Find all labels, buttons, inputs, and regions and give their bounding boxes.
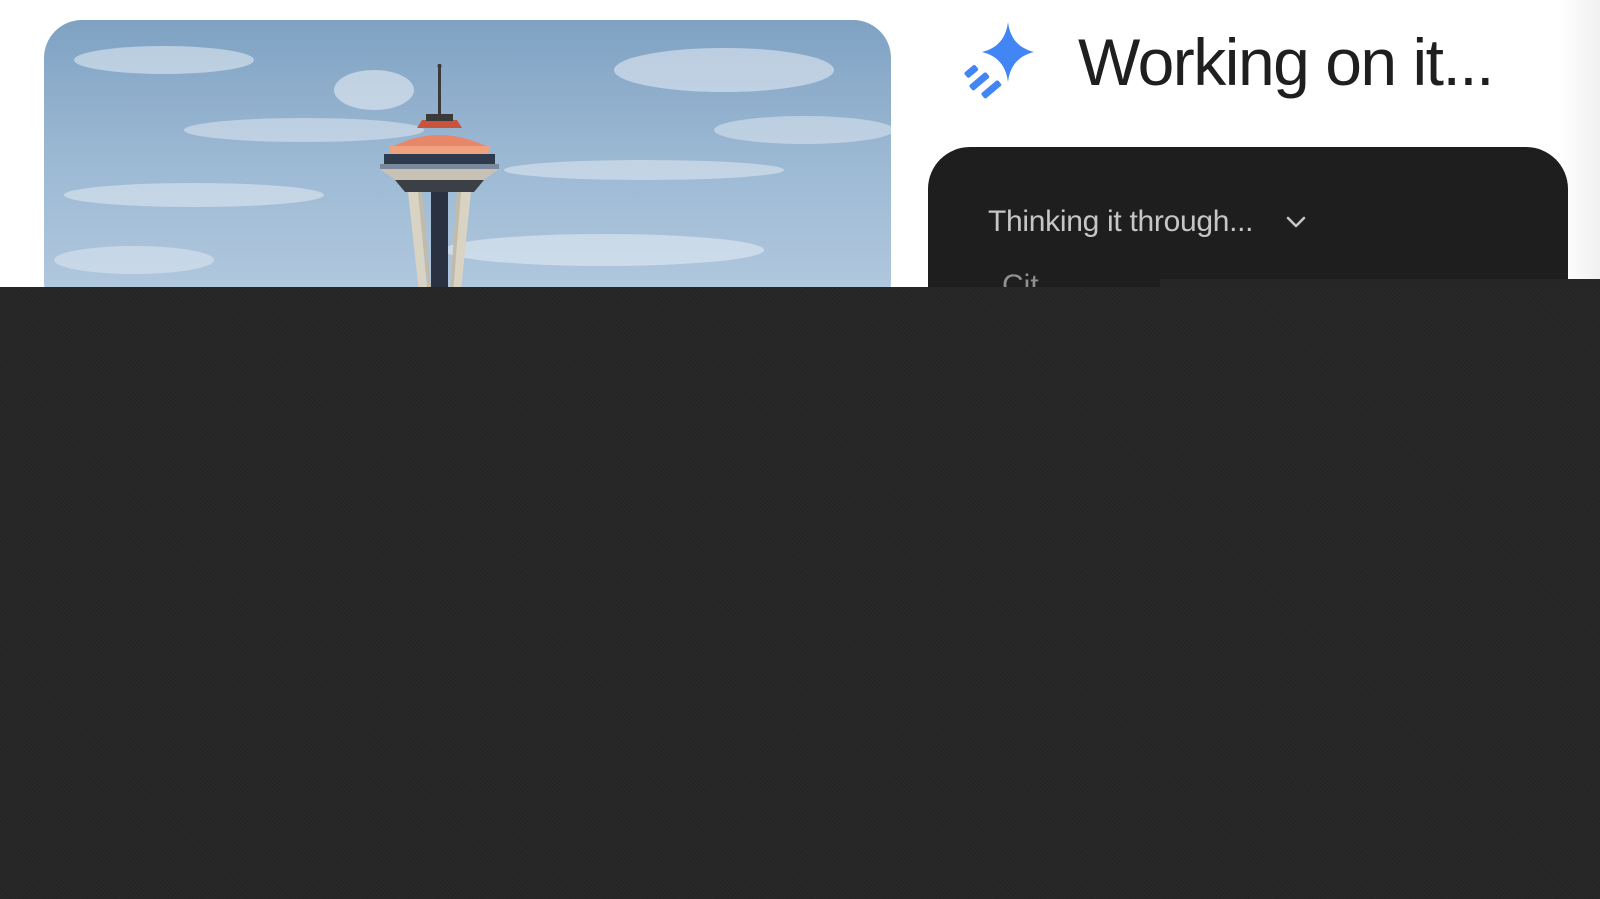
space-needle-photo [54,46,891,320]
dark-overlay [0,279,1600,899]
thinking-toggle-label: Thinking it through... [988,205,1254,238]
app-screen: Working on it... Thinking it through... … [0,0,1600,899]
photo-card[interactable] [44,20,891,320]
thinking-toggle[interactable]: Thinking it through... [988,202,1309,242]
status-title: Working on it... [1078,25,1494,99]
sparkle-icon [964,22,1034,99]
overlay-edge [1160,279,1600,287]
chevron-down-icon [1286,216,1306,228]
